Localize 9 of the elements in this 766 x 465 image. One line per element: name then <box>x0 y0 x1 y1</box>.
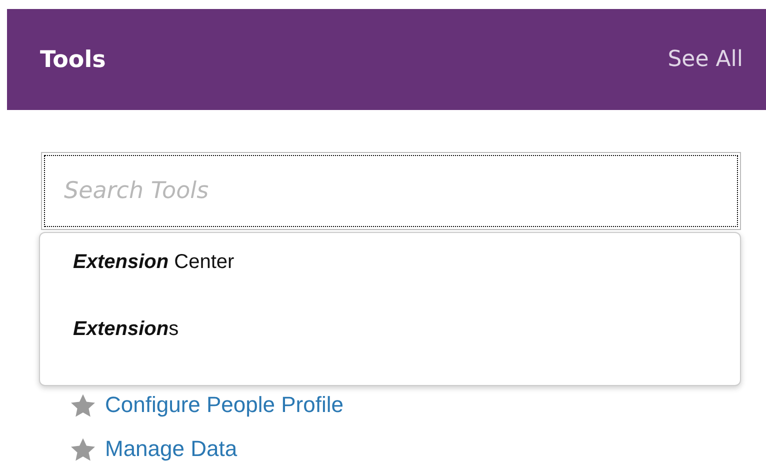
suggestion-item[interactable]: Extension Center <box>40 251 740 318</box>
suggestion-item[interactable]: Extensions <box>40 318 740 385</box>
search-field[interactable]: Search Tools <box>41 152 741 230</box>
star-icon <box>71 394 95 416</box>
star-icon <box>71 438 95 460</box>
see-all-link[interactable]: See All <box>668 47 743 72</box>
tool-link[interactable]: Configure People Profile <box>105 393 344 417</box>
header-title: Tools <box>40 46 106 72</box>
tool-link[interactable]: Manage Data <box>105 437 238 461</box>
